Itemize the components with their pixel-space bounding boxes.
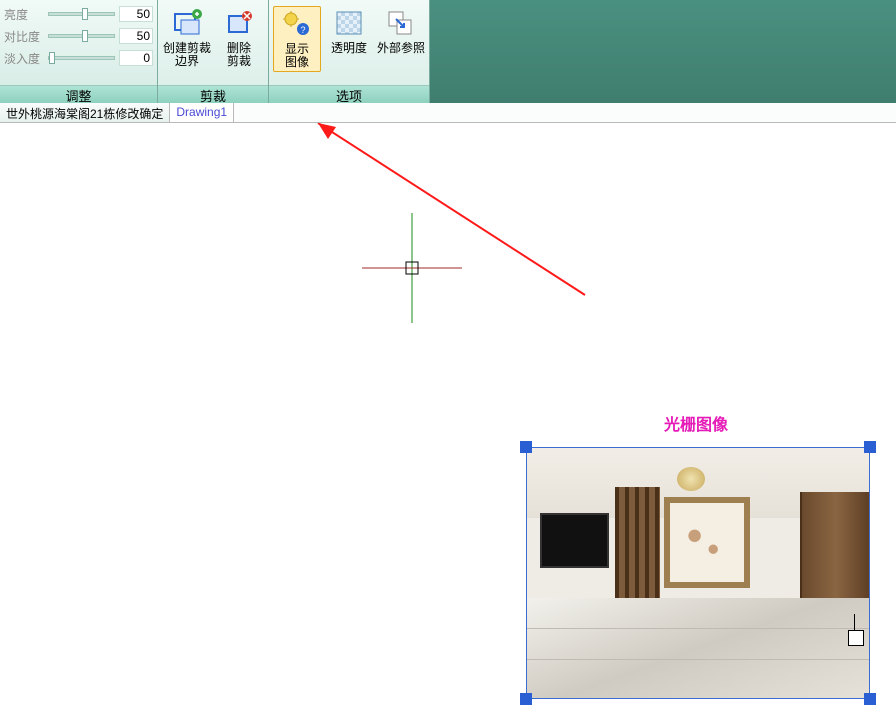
create-clip-icon: [163, 6, 211, 40]
xref-icon: [377, 6, 425, 40]
panel-options-title: 选项: [269, 85, 429, 103]
fade-label: 淡入度: [4, 50, 44, 67]
drawing-canvas[interactable]: 光栅图像: [0, 123, 896, 646]
raster-image[interactable]: [526, 447, 870, 699]
create-clip-button[interactable]: 创建剪裁边界: [163, 6, 211, 70]
brightness-slider[interactable]: [48, 12, 115, 16]
ribbon-remainder: [430, 0, 896, 103]
fade-value[interactable]: [119, 50, 153, 66]
ribbon: 亮度 对比度 淡入度 调整 创建剪裁边界: [0, 0, 896, 103]
panel-clip-title: 剪裁: [158, 85, 268, 103]
delete-clip-label: 删除剪裁: [215, 40, 263, 70]
transparency-button[interactable]: 透明度: [325, 6, 373, 57]
document-tabs: 世外桃源海棠阁21栋修改确定 Drawing1: [0, 103, 896, 123]
contrast-row[interactable]: 对比度: [4, 26, 153, 46]
raster-image-selection[interactable]: [520, 441, 876, 705]
tab-0[interactable]: 世外桃源海棠阁21栋修改确定: [0, 103, 170, 122]
contrast-value[interactable]: [119, 28, 153, 44]
panel-clip: 创建剪裁边界 删除剪裁 剪裁: [158, 0, 269, 103]
transparency-icon: [325, 6, 373, 40]
raster-image-annotation: 光栅图像: [664, 411, 728, 435]
panel-adjust: 亮度 对比度 淡入度 调整: [0, 0, 158, 103]
selection-handle-bl[interactable]: [520, 693, 532, 705]
brightness-row[interactable]: 亮度: [4, 4, 153, 24]
svg-text:?: ?: [300, 25, 305, 35]
selection-handle-tr[interactable]: [864, 441, 876, 453]
show-image-label: 显示图像: [274, 41, 320, 71]
panel-adjust-title: 调整: [0, 85, 157, 103]
panel-options: ? 显示图像 透明度 外部参照 选项: [269, 0, 430, 103]
transparency-label: 透明度: [325, 40, 373, 57]
adjust-sliders: 亮度 对比度 淡入度: [0, 0, 157, 85]
tab-1[interactable]: Drawing1: [170, 103, 234, 122]
show-image-button[interactable]: ? 显示图像: [273, 6, 321, 72]
delete-clip-icon: [215, 6, 263, 40]
show-image-icon: ?: [274, 7, 320, 41]
create-clip-label: 创建剪裁边界: [163, 40, 211, 70]
ucs-indicator: [844, 614, 866, 646]
xref-button[interactable]: 外部参照: [377, 6, 425, 57]
xref-label: 外部参照: [377, 40, 425, 57]
selection-handle-tl[interactable]: [520, 441, 532, 453]
selection-handle-br[interactable]: [864, 693, 876, 705]
contrast-label: 对比度: [4, 28, 44, 45]
contrast-slider[interactable]: [48, 34, 115, 38]
fade-slider[interactable]: [48, 56, 115, 60]
fade-row[interactable]: 淡入度: [4, 48, 153, 68]
brightness-label: 亮度: [4, 6, 44, 23]
delete-clip-button[interactable]: 删除剪裁: [215, 6, 263, 70]
brightness-value[interactable]: [119, 6, 153, 22]
